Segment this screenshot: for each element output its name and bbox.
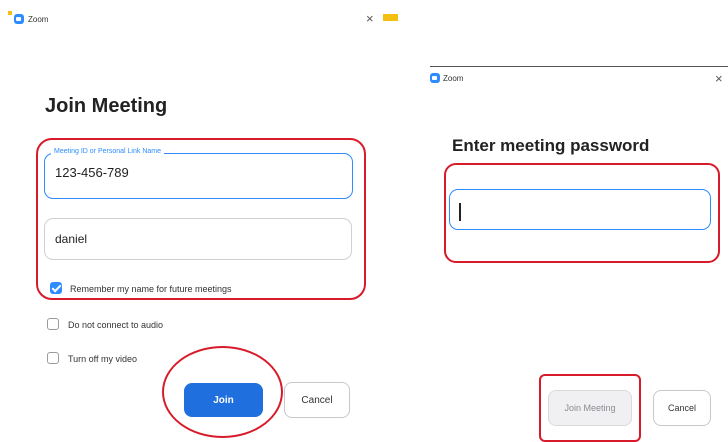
close-icon[interactable]: × [366, 12, 374, 25]
window-title: Zoom [28, 15, 49, 24]
close-icon[interactable]: × [715, 72, 723, 85]
no-audio-label: Do not connect to audio [68, 320, 164, 330]
highlight-box [539, 374, 641, 442]
yellow-marker [8, 11, 12, 15]
highlight-circle [162, 346, 283, 438]
page-title: Enter meeting password [452, 136, 650, 155]
page-title: Join Meeting [45, 95, 168, 117]
window-title: Zoom [443, 74, 464, 83]
yellow-marker [383, 14, 398, 21]
highlight-box [36, 138, 366, 300]
zoom-logo-icon [14, 14, 24, 24]
window-top-border [430, 66, 728, 67]
video-off-label: Turn off my video [68, 354, 138, 364]
cancel-button[interactable]: Cancel [653, 390, 711, 426]
no-audio-checkbox[interactable] [47, 318, 59, 330]
zoom-logo-icon [430, 73, 440, 83]
highlight-box [444, 163, 720, 263]
video-off-checkbox[interactable] [47, 352, 59, 364]
cancel-button[interactable]: Cancel [284, 382, 350, 418]
